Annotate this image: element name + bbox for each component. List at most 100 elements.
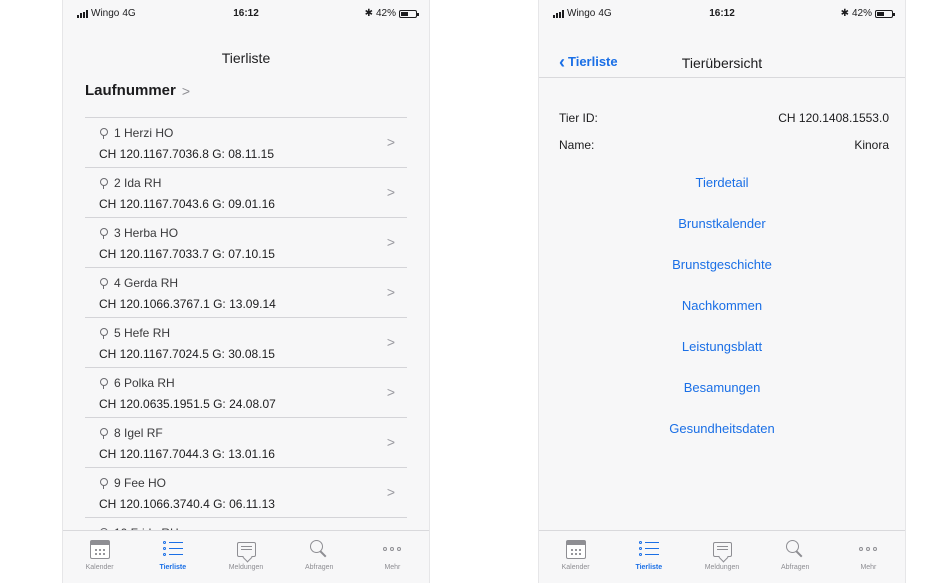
animal-id-line: CH 120.1066.3740.4 G: 06.11.13 — [99, 497, 275, 511]
animal-row[interactable]: 9 Fee HO CH 120.1066.3740.4 G: 06.11.13 > — [85, 468, 407, 518]
chevron-right-icon: > — [181, 82, 191, 99]
chevron-right-icon: > — [386, 334, 395, 350]
animal-list: 1 Herzi HO CH 120.1167.7036.8 G: 08.11.15… — [85, 117, 407, 548]
gesundheitsdaten-link[interactable]: Gesundheitsdaten — [669, 421, 775, 462]
sort-label: Laufnummer — [85, 82, 176, 99]
tab-meldungen[interactable]: Meldungen — [685, 531, 758, 583]
animal-name: 9 Fee HO — [114, 476, 167, 490]
animal-id-line: CH 120.0635.1951.5 G: 24.08.07 — [99, 397, 276, 411]
action-links: Tierdetail Brunstkalender Brunstgeschich… — [539, 175, 905, 462]
brunstgeschichte-link[interactable]: Brunstgeschichte — [672, 257, 772, 298]
battery-info: ✱ 42% — [841, 8, 895, 19]
tab-label: Tierliste — [635, 564, 663, 571]
list-icon — [638, 541, 659, 557]
animal-id-line: CH 120.1066.3767.1 G: 13.09.14 — [99, 297, 276, 311]
animal-name: 2 Ida RH — [114, 176, 162, 190]
animal-id-line: CH 120.1167.7043.6 G: 09.01.16 — [99, 197, 275, 211]
tab-tierliste[interactable]: Tierliste — [612, 531, 685, 583]
calendar-icon — [89, 539, 110, 559]
female-icon — [99, 277, 108, 289]
animal-name-line: 3 Herba HO — [99, 226, 407, 240]
brunstkalender-link[interactable]: Brunstkalender — [678, 216, 765, 257]
female-icon — [99, 427, 108, 439]
animal-id-line: CH 120.1167.7033.7 G: 07.10.15 — [99, 247, 275, 261]
list-icon — [162, 541, 183, 557]
tab-label: Meldungen — [228, 564, 264, 571]
tab-kalender[interactable]: Kalender — [539, 531, 612, 583]
animal-name-line: 6 Polka RH — [99, 376, 407, 390]
battery-icon — [875, 9, 895, 18]
tierdetail-link[interactable]: Tierdetail — [696, 175, 749, 216]
message-icon — [712, 541, 732, 557]
status-bar: Wingo 4G 16:12 ✱ 42% — [63, 0, 429, 24]
nav-divider — [539, 77, 905, 78]
animal-row[interactable]: 4 Gerda RH CH 120.1066.3767.1 G: 13.09.14… — [85, 268, 407, 318]
animal-row[interactable]: 6 Polka RH CH 120.0635.1951.5 G: 24.08.07… — [85, 368, 407, 418]
tab-tierliste[interactable]: Tierliste — [136, 531, 209, 583]
name-value: Kinora — [854, 138, 889, 152]
female-icon — [99, 327, 108, 339]
tab-label: Meldungen — [704, 564, 740, 571]
page-title: Tierübersicht — [681, 55, 763, 71]
animal-name: 5 Hefe RH — [114, 326, 171, 340]
tier-id-value: CH 120.1408.1553.0 — [778, 111, 889, 125]
tab-abfragen[interactable]: Abfragen — [759, 531, 832, 583]
tab-label: Tierliste — [159, 564, 187, 571]
animal-name-line: 8 Igel RF — [99, 426, 407, 440]
chevron-right-icon: > — [386, 134, 395, 150]
animal-row[interactable]: 3 Herba HO CH 120.1167.7033.7 G: 07.10.15… — [85, 218, 407, 268]
leistungsblatt-link[interactable]: Leistungsblatt — [682, 339, 762, 380]
tieruebersicht-screen: Wingo 4G 16:12 ✱ 42% ‹ Tierliste Tierübe… — [538, 0, 906, 583]
tab-meldungen[interactable]: Meldungen — [209, 531, 282, 583]
female-icon — [99, 377, 108, 389]
besamungen-link[interactable]: Besamungen — [684, 380, 761, 421]
female-icon — [99, 477, 108, 489]
bluetooth-icon: ✱ — [364, 8, 373, 19]
animal-name: 1 Herzi HO — [114, 126, 174, 140]
female-icon — [99, 227, 108, 239]
tab-mehr[interactable]: Mehr — [832, 531, 905, 583]
animal-name: 6 Polka RH — [114, 376, 175, 390]
sort-selector[interactable]: Laufnummer > — [85, 82, 190, 99]
animal-name-line: 9 Fee HO — [99, 476, 407, 490]
battery-icon — [399, 9, 419, 18]
animal-row[interactable]: 5 Hefe RH CH 120.1167.7024.5 G: 30.08.15 > — [85, 318, 407, 368]
animal-id-line: CH 120.1167.7044.3 G: 13.01.16 — [99, 447, 275, 461]
calendar-icon — [565, 539, 586, 559]
search-icon — [786, 540, 804, 558]
chevron-right-icon: > — [386, 434, 395, 450]
female-icon — [99, 177, 108, 189]
tier-id-label: Tier ID: — [559, 111, 598, 125]
tab-bar: Kalender Tierliste Meldungen Abfragen Me… — [63, 530, 429, 583]
animal-name: 4 Gerda RH — [114, 276, 179, 290]
animal-name-line: 1 Herzi HO — [99, 126, 407, 140]
tab-abfragen[interactable]: Abfragen — [283, 531, 356, 583]
status-bar: Wingo 4G 16:12 ✱ 42% — [539, 0, 905, 24]
animal-row[interactable]: 1 Herzi HO CH 120.1167.7036.8 G: 08.11.15… — [85, 118, 407, 168]
page-title: Tierliste — [221, 50, 271, 66]
female-icon — [99, 127, 108, 139]
tab-label: Abfragen — [781, 564, 810, 571]
chevron-right-icon: > — [386, 284, 395, 300]
animal-id-line: CH 120.1167.7036.8 G: 08.11.15 — [99, 147, 275, 161]
nachkommen-link[interactable]: Nachkommen — [682, 298, 762, 339]
chevron-right-icon: > — [386, 384, 395, 400]
animal-name-line: 4 Gerda RH — [99, 276, 407, 290]
animal-name: 8 Igel RF — [114, 426, 163, 440]
tab-mehr[interactable]: Mehr — [356, 531, 429, 583]
animal-row[interactable]: 8 Igel RF CH 120.1167.7044.3 G: 13.01.16 > — [85, 418, 407, 468]
tab-kalender[interactable]: Kalender — [63, 531, 136, 583]
search-icon — [310, 540, 328, 558]
chevron-right-icon: > — [386, 234, 395, 250]
tab-label: Mehr — [860, 564, 877, 571]
animal-name-line: 5 Hefe RH — [99, 326, 407, 340]
more-icon — [859, 547, 878, 551]
tab-label: Mehr — [384, 564, 401, 571]
animal-row[interactable]: 2 Ida RH CH 120.1167.7043.6 G: 09.01.16 > — [85, 168, 407, 218]
battery-info: ✱ 42% — [364, 8, 419, 19]
more-icon — [383, 547, 402, 551]
battery-percent: 42% — [375, 8, 396, 19]
tab-label: Kalender — [85, 564, 114, 571]
animal-id-line: CH 120.1167.7024.5 G: 30.08.15 — [99, 347, 275, 361]
battery-percent: 42% — [851, 8, 872, 19]
